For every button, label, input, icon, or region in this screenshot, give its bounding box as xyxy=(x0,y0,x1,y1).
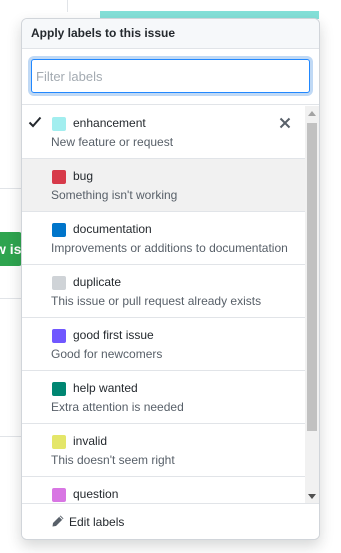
label-color-swatch xyxy=(52,276,66,290)
label-description: This doesn't seem right xyxy=(51,453,175,467)
label-item-documentation[interactable]: documentation Improvements or additions … xyxy=(22,212,305,265)
background-divider xyxy=(0,436,22,437)
scrollbar-thumb[interactable] xyxy=(307,123,317,431)
page: w is Apply labels to this issue enhancem… xyxy=(0,0,341,553)
label-item-invalid[interactable]: invalid This doesn't seem right xyxy=(22,424,305,477)
label-item-duplicate[interactable]: duplicate This issue or pull request alr… xyxy=(22,265,305,318)
edit-labels-label: Edit labels xyxy=(69,515,125,529)
check-icon xyxy=(28,116,42,128)
label-description: Extra attention is needed xyxy=(51,400,184,414)
scroll-up-arrow-icon[interactable] xyxy=(308,111,316,116)
new-issue-button[interactable]: w is xyxy=(0,232,22,266)
label-description: New feature or request xyxy=(51,135,174,149)
filter-section xyxy=(22,49,319,105)
label-name: documentation xyxy=(73,222,152,236)
background-divider xyxy=(67,0,68,12)
label-name: help wanted xyxy=(73,381,138,395)
label-color-swatch xyxy=(52,488,66,502)
label-color-swatch xyxy=(52,435,66,449)
label-item-enhancement[interactable]: enhancement New feature or request xyxy=(22,106,305,159)
label-description: Improvements or additions to documentati… xyxy=(51,241,288,255)
label-item-bug[interactable]: bug Something isn't working xyxy=(22,159,305,212)
remove-label-icon[interactable] xyxy=(278,116,292,130)
label-item-question[interactable]: question xyxy=(22,477,305,504)
filter-labels-input[interactable] xyxy=(31,59,310,93)
labels-popup: Apply labels to this issue enhancement N… xyxy=(21,18,320,540)
label-item-help-wanted[interactable]: help wanted Extra attention is needed xyxy=(22,371,305,424)
label-name: duplicate xyxy=(73,275,122,289)
labels-scrollbar[interactable] xyxy=(305,106,319,504)
label-color-swatch xyxy=(52,223,66,237)
background-divider xyxy=(0,298,22,299)
labels-list: enhancement New feature or request bug S… xyxy=(22,106,305,504)
label-description: Good for newcomers xyxy=(51,347,163,361)
label-color-swatch xyxy=(52,382,66,396)
label-color-swatch xyxy=(52,117,66,131)
label-name: enhancement xyxy=(73,116,146,130)
pencil-icon xyxy=(52,515,64,527)
new-issue-button-label: w is xyxy=(0,241,22,257)
background-divider xyxy=(0,188,22,189)
edit-labels-link[interactable]: Edit labels xyxy=(22,503,319,539)
label-name: good first issue xyxy=(73,328,154,342)
label-color-swatch xyxy=(52,170,66,184)
scroll-down-arrow-icon[interactable] xyxy=(308,494,316,499)
label-name: invalid xyxy=(73,434,108,448)
label-description: Something isn't working xyxy=(51,188,178,202)
label-name: bug xyxy=(73,169,94,183)
label-name: question xyxy=(73,487,119,501)
popup-title: Apply labels to this issue xyxy=(22,19,319,49)
label-color-swatch xyxy=(52,329,66,343)
label-description: This issue or pull request already exist… xyxy=(51,294,262,308)
label-item-good-first-issue[interactable]: good first issue Good for newcomers xyxy=(22,318,305,371)
